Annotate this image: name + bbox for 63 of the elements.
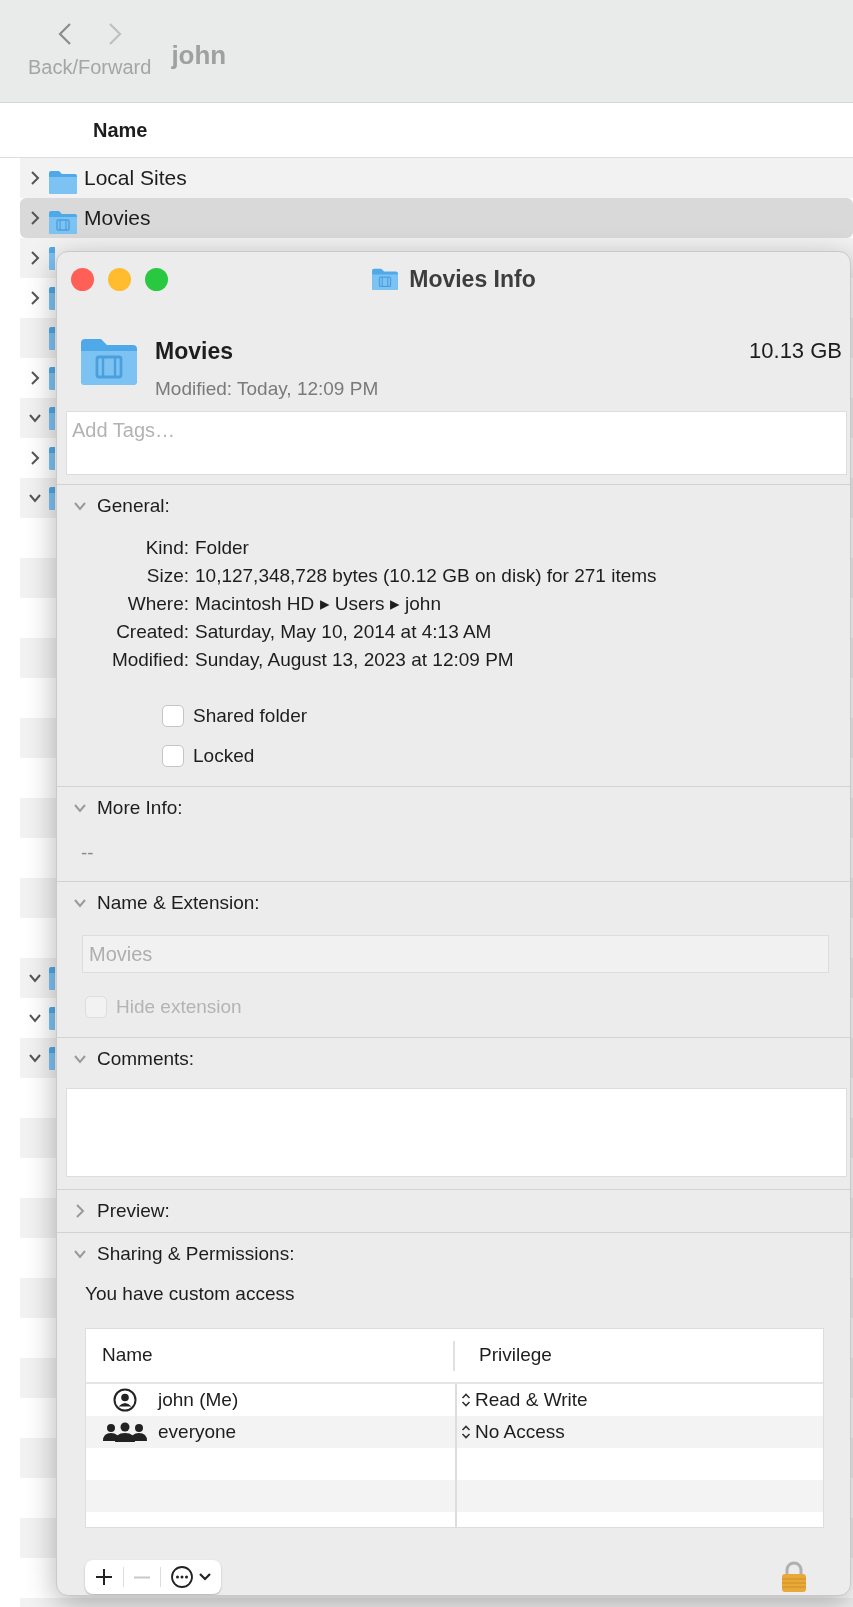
checkbox-label: Locked xyxy=(193,743,255,768)
column-header[interactable]: Name xyxy=(93,115,148,145)
privilege-value[interactable]: No Access xyxy=(475,1417,565,1447)
privilege-value[interactable]: Read & Write xyxy=(475,1385,588,1415)
user-name: everyone xyxy=(158,1419,237,1444)
section-title[interactable]: General: xyxy=(97,491,170,521)
checkbox-label: Shared folder xyxy=(193,703,308,728)
chevron-down-icon xyxy=(198,1572,212,1582)
column-header[interactable]: Name xyxy=(86,1340,455,1371)
checkbox[interactable] xyxy=(162,705,184,727)
file-name: Local Sites xyxy=(84,165,187,192)
field-value: Macintosh HD ▸ Users ▸ john xyxy=(195,592,442,616)
disclosure-chevron-icon[interactable] xyxy=(28,370,42,386)
field-label: Kind: xyxy=(144,536,189,560)
forward-icon[interactable] xyxy=(107,22,122,46)
field-label: Created: xyxy=(115,620,189,644)
field-value: -- xyxy=(80,841,95,865)
tags-field[interactable]: Add Tags… xyxy=(66,411,847,475)
field-value: Saturday, May 10, 2014 at 4:13 AM xyxy=(195,620,493,644)
section-title[interactable]: Preview: xyxy=(97,1196,170,1226)
disclosure-chevron-icon[interactable] xyxy=(28,290,42,306)
stepper-icon[interactable] xyxy=(461,1424,471,1440)
field-label: Modified: xyxy=(110,648,189,672)
user-icon xyxy=(113,1388,137,1412)
comments-field[interactable] xyxy=(66,1088,847,1177)
file-row[interactable]: Local Sites xyxy=(20,158,853,198)
field-label: Where: xyxy=(126,592,189,616)
nav-label: Back/Forward xyxy=(28,55,152,80)
modified-date: Modified: Today, 12:09 PM xyxy=(155,376,379,401)
disclosure-chevron-icon[interactable] xyxy=(28,170,42,186)
item-name: Movies xyxy=(155,337,234,366)
lock-icon[interactable] xyxy=(780,1561,808,1593)
disclosure-chevron-icon[interactable] xyxy=(28,250,42,266)
film-folder-icon xyxy=(371,267,400,291)
minimize-button[interactable] xyxy=(108,267,131,291)
file-row[interactable]: Movies xyxy=(20,198,853,238)
window-title: Movies Info xyxy=(409,264,536,294)
checkbox[interactable] xyxy=(162,745,184,767)
section-title[interactable]: Comments: xyxy=(97,1044,195,1074)
folder-title: john xyxy=(171,39,227,72)
field-value: Folder xyxy=(195,536,250,560)
file-name: Movies xyxy=(84,205,151,232)
stepper-icon[interactable] xyxy=(461,1392,471,1408)
group-icon xyxy=(102,1421,148,1443)
checkbox-label: Hide extension xyxy=(116,994,242,1019)
section-title[interactable]: Sharing & Permissions: xyxy=(97,1239,295,1269)
disclosure-chevron-icon[interactable] xyxy=(28,210,42,226)
field-value: 10,127,348,728 bytes (10.12 GB on disk) for 271 items xyxy=(195,564,658,588)
ellipsis-circle-icon xyxy=(170,1565,194,1589)
item-size: 10.13 GB xyxy=(749,337,842,365)
access-note: You have custom access xyxy=(84,1282,296,1307)
section-title[interactable]: More Info: xyxy=(97,793,183,823)
back-icon[interactable] xyxy=(57,22,72,46)
field-label: Size: xyxy=(145,564,189,588)
minus-icon xyxy=(133,1575,151,1579)
disclosure-chevron-icon[interactable] xyxy=(28,450,42,466)
section-title[interactable]: Name & Extension: xyxy=(97,888,260,918)
field-value: Sunday, August 13, 2023 at 12:09 PM xyxy=(195,648,515,672)
user-name: john (Me) xyxy=(158,1387,239,1412)
column-header[interactable]: Privilege xyxy=(455,1340,552,1371)
close-button[interactable] xyxy=(71,267,94,291)
zoom-button[interactable] xyxy=(145,267,168,291)
plus-icon xyxy=(94,1567,114,1587)
